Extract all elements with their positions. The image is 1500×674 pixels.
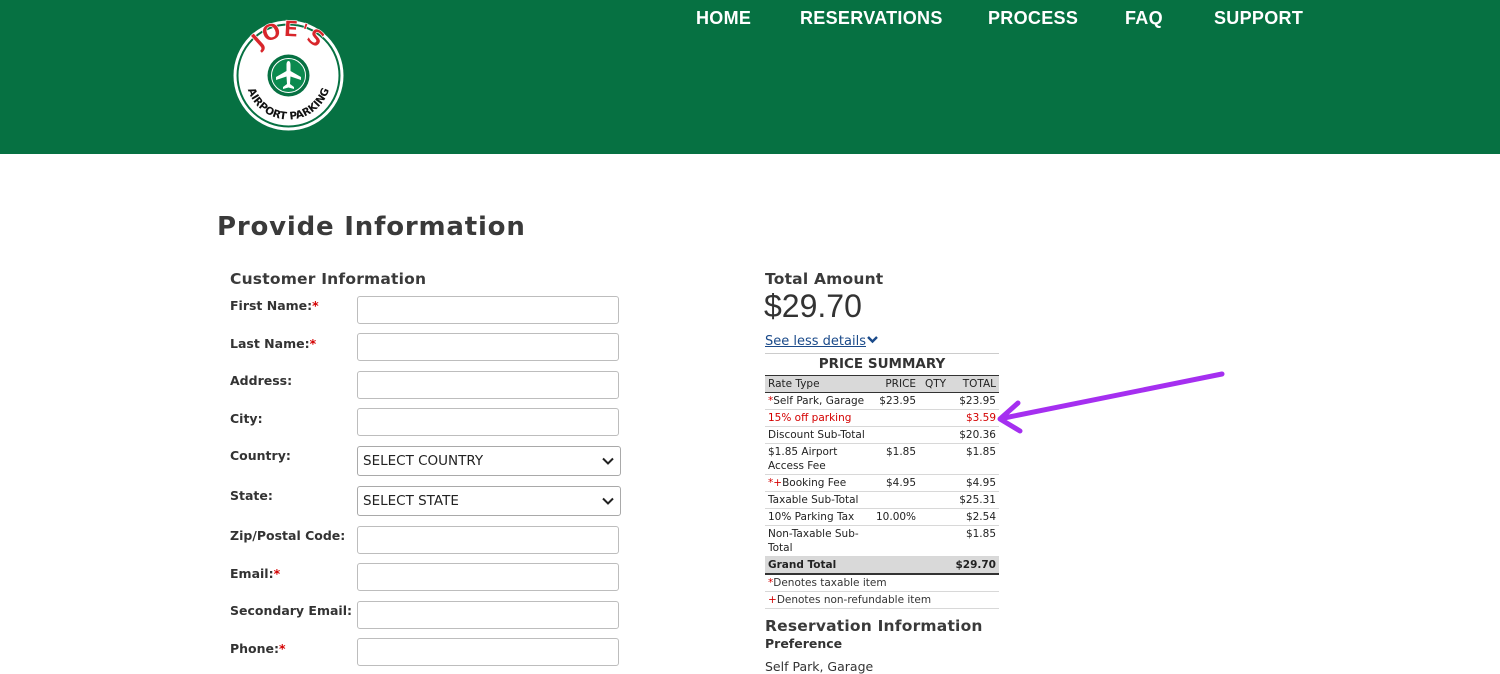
table-row: $1.85 Airport Access Fee $1.85 $1.85 (765, 443, 999, 475)
address-label: Address: (230, 373, 293, 388)
table-row: Non-Taxable Sub-Total $1.85 (765, 525, 999, 557)
table-row: Discount Sub-Total $20.36 (765, 426, 999, 444)
city-label: City: (230, 411, 263, 426)
first-name-label: First Name:* (230, 298, 319, 313)
taxable-note: *Denotes taxable item (765, 574, 999, 592)
address-input[interactable] (357, 371, 619, 399)
email-input[interactable] (357, 563, 619, 591)
zip-label: Zip/Postal Code: (230, 528, 346, 543)
grand-total-row: Grand Total $29.70 (765, 556, 999, 575)
customer-info-heading: Customer Information (230, 270, 427, 288)
see-less-details-link[interactable]: See less details (765, 334, 878, 349)
table-row: 10% Parking Tax 10.00% $2.54 (765, 508, 999, 526)
chevron-down-icon (602, 497, 614, 505)
table-row: Taxable Sub-Total $25.31 (765, 491, 999, 509)
city-input[interactable] (357, 408, 619, 436)
non-refundable-note: +Denotes non-refundable item (765, 591, 999, 609)
table-row: *Self Park, Garage $23.95 $23.95 (765, 392, 999, 410)
grand-total-value: $29.70 (949, 556, 999, 575)
last-name-input[interactable] (357, 333, 619, 361)
col-rate-type: Rate Type (765, 375, 873, 393)
preference-value: Self Park, Garage (765, 659, 874, 674)
nav-faq-link[interactable]: FAQ (1125, 8, 1163, 29)
site-header: JOE'S AIRPORT PARKING HOME RESERVATIONS … (0, 0, 1500, 154)
first-name-input[interactable] (357, 296, 619, 324)
secondary-email-input[interactable] (357, 601, 619, 629)
country-label: Country: (230, 448, 291, 463)
nav-home-link[interactable]: HOME (696, 8, 751, 29)
total-amount-value: $29.70 (764, 288, 862, 324)
price-summary-table: PRICE SUMMARY Rate Type PRICE QTY TOTAL … (765, 353, 999, 609)
phone-input[interactable] (357, 638, 619, 666)
col-qty: QTY (919, 375, 950, 393)
annotation-arrow-icon (997, 371, 1225, 434)
phone-label: Phone:* (230, 641, 286, 656)
country-select[interactable]: SELECT COUNTRY (357, 446, 621, 476)
nav-reservations-link[interactable]: RESERVATIONS (800, 8, 943, 29)
state-select[interactable]: SELECT STATE (357, 486, 621, 516)
state-select-value: SELECT STATE (363, 493, 459, 509)
zip-input[interactable] (357, 526, 619, 554)
table-row: *+Booking Fee $4.95 $4.95 (765, 474, 999, 492)
chevron-down-icon (602, 457, 614, 465)
secondary-email-label: Secondary Email: (230, 603, 352, 618)
reservation-info-heading: Reservation Information (765, 617, 983, 635)
price-summary-title: PRICE SUMMARY (765, 353, 999, 376)
state-label: State: (230, 488, 273, 503)
last-name-label: Last Name:* (230, 336, 317, 351)
email-label: Email:* (230, 566, 281, 581)
nav-support-link[interactable]: SUPPORT (1214, 8, 1303, 29)
country-select-value: SELECT COUNTRY (363, 453, 484, 469)
main-nav: HOME RESERVATIONS PROCESS FAQ SUPPORT (0, 8, 1500, 30)
preference-label: Preference (765, 636, 843, 651)
page-title: Provide Information (217, 212, 526, 242)
chevron-down-icon (867, 336, 878, 344)
nav-process-link[interactable]: PROCESS (988, 8, 1078, 29)
grand-total-label: Grand Total (765, 556, 950, 575)
col-price: PRICE (873, 375, 920, 393)
discount-row: 15% off parking $3.59 (765, 409, 999, 427)
joes-airport-parking-logo[interactable]: JOE'S AIRPORT PARKING (232, 19, 345, 132)
price-summary-header: Rate Type PRICE QTY TOTAL (765, 375, 999, 393)
total-amount-label: Total Amount (765, 270, 884, 288)
